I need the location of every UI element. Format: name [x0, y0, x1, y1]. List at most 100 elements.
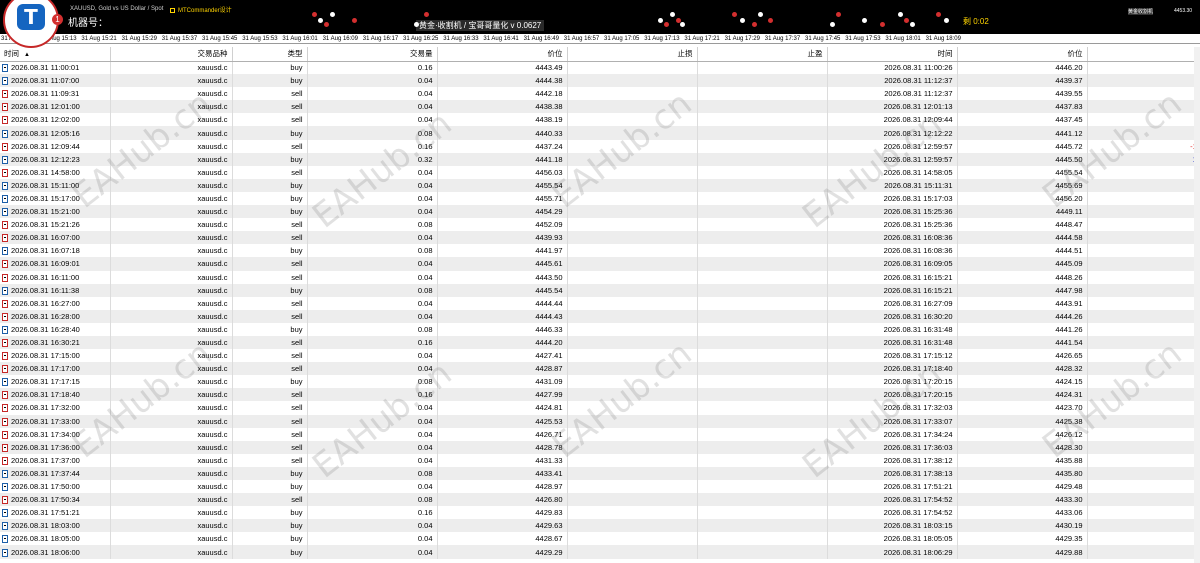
table-row[interactable]: 2026.08.31 17:32:00 xauusd.c sell 0.04 4424.…: [0, 401, 1200, 415]
cell-close-time: 2026.08.31 16:27:09: [827, 296, 958, 310]
table-row[interactable]: 2026.08.31 17:17:15 xauusd.c buy 0.08 4431.0…: [0, 375, 1200, 389]
table-row[interactable]: 2026.08.31 17:37:00 xauusd.c sell 0.04 4431.…: [0, 453, 1200, 467]
cell-close-price: 4439.55: [957, 87, 1088, 101]
cell-close-price: 4456.20: [957, 191, 1088, 206]
table-row[interactable]: 2026.08.31 17:34:00 xauusd.c sell 0.04 4426.…: [0, 427, 1200, 441]
col-open-price[interactable]: 价位: [437, 47, 568, 62]
cell-close-time: 2026.08.31 16:15:21: [827, 270, 958, 284]
table-row[interactable]: 2026.08.31 17:18:40 xauusd.c sell 0.16 4427.…: [0, 388, 1200, 402]
cell-close-price: 4435.88: [957, 453, 1088, 467]
table-row[interactable]: 2026.08.31 16:11:00 xauusd.c sell 0.04 4443.…: [0, 270, 1200, 284]
cell-volume: 0.04: [307, 440, 438, 454]
cell-volume: 0.16: [307, 388, 438, 402]
cell-tp: [697, 309, 828, 323]
cell-profit: 1.96: [1087, 191, 1200, 206]
cell-symbol: xauusd.c: [110, 519, 233, 533]
cell-close-time: 2026.08.31 17:38:12: [827, 453, 958, 467]
table-row[interactable]: 2026.08.31 17:51:21 xauusd.c buy 0.16 4429.8…: [0, 506, 1200, 520]
cell-open-price: 4444.43: [437, 309, 568, 323]
deal-icon: [2, 116, 8, 125]
table-row[interactable]: 2026.08.31 16:30:21 xauusd.c sell 0.16 4444.…: [0, 335, 1200, 350]
time-tick: 31 Aug 17:37: [764, 36, 801, 42]
table-row[interactable]: 2026.08.31 15:21:26 xauusd.c sell 0.08 4452.…: [0, 218, 1200, 232]
table-row[interactable]: 2026.08.31 17:15:00 xauusd.c sell 0.04 4427.…: [0, 349, 1200, 363]
deal-icon: [2, 339, 8, 348]
table-row[interactable]: 2026.08.31 16:09:01 xauusd.c sell 0.04 4445.…: [0, 257, 1200, 271]
col-open-time[interactable]: 时间 ▲: [0, 47, 111, 62]
table-row[interactable]: 2026.08.31 15:21:00 xauusd.c buy 0.04 4454.2…: [0, 205, 1200, 219]
open-time-text: 2026.08.31 12:01:00: [11, 102, 80, 112]
col-close-price[interactable]: 价位: [957, 47, 1088, 62]
table-row[interactable]: 2026.08.31 17:37:44 xauusd.c buy 0.08 4433.4…: [0, 466, 1200, 480]
table-row[interactable]: 2026.08.31 16:11:38 xauusd.c buy 0.08 4445.5…: [0, 283, 1200, 297]
table-row[interactable]: 2026.08.31 17:50:00 xauusd.c buy 0.04 4428.9…: [0, 480, 1200, 494]
cell-tp: [697, 335, 828, 350]
table-row[interactable]: 2026.08.31 11:00:01 xauusd.c buy 0.16 4443.4…: [0, 61, 1200, 75]
table-row[interactable]: 2026.08.31 15:11:00 xauusd.c buy 0.04 4455.5…: [0, 178, 1200, 192]
col-symbol[interactable]: 交易品种: [110, 47, 233, 62]
col-close-time[interactable]: 时间: [827, 47, 958, 62]
cell-profit: 2.72: [1087, 532, 1200, 546]
table-row[interactable]: 2026.08.31 11:07:00 xauusd.c buy 0.04 4444.3…: [0, 74, 1200, 88]
table-row[interactable]: 2026.08.31 12:05:16 xauusd.c buy 0.08 4440.3…: [0, 126, 1200, 140]
table-row[interactable]: 2026.08.31 15:17:00 xauusd.c buy 0.04 4455.7…: [0, 191, 1200, 206]
cell-close-time: 2026.08.31 17:33:07: [827, 414, 958, 428]
deal-icon: [2, 247, 8, 256]
expert-advisor-name[interactable]: MTCommander设计: [170, 5, 232, 14]
table-row[interactable]: 2026.08.31 18:05:00 xauusd.c buy 0.04 4428.6…: [0, 532, 1200, 546]
table-row[interactable]: 2026.08.31 14:58:00 xauusd.c sell 0.04 4456.…: [0, 165, 1200, 179]
cell-open-time: 2026.08.31 17:18:40: [0, 388, 111, 402]
price-chart[interactable]: XAUUSD, Gold vs US Dollar / Spot MTComma…: [0, 0, 1200, 34]
vertical-scrollbar[interactable]: [1194, 47, 1200, 563]
cell-type: buy: [232, 532, 308, 546]
col-take-profit[interactable]: 止盈: [697, 47, 828, 62]
cell-type: buy: [232, 506, 308, 520]
cell-symbol: xauusd.c: [110, 388, 233, 402]
table-row[interactable]: 2026.08.31 11:09:31 xauusd.c sell 0.04 4442.…: [0, 87, 1200, 101]
col-profit[interactable]: 盈利: [1087, 47, 1200, 62]
cell-tp: [697, 152, 828, 166]
cell-volume: 0.08: [307, 218, 438, 232]
table-row[interactable]: 2026.08.31 16:28:40 xauusd.c buy 0.08 4446.3…: [0, 322, 1200, 336]
cell-close-time: 2026.08.31 14:58:05: [827, 165, 958, 179]
col-type[interactable]: 类型: [232, 47, 308, 62]
table-row[interactable]: 2026.08.31 16:27:00 xauusd.c sell 0.04 4444.…: [0, 296, 1200, 310]
cell-type: buy: [232, 126, 308, 140]
cell-close-price: 4425.38: [957, 414, 1088, 428]
table-row[interactable]: 2026.08.31 17:50:34 xauusd.c sell 0.08 4426.…: [0, 493, 1200, 507]
cell-tp: [697, 362, 828, 376]
col-stop-loss[interactable]: 止损: [567, 47, 698, 62]
table-row[interactable]: 2026.08.31 16:28:00 xauusd.c sell 0.04 4444.…: [0, 309, 1200, 323]
cell-type: sell: [232, 87, 308, 101]
cell-volume: 0.04: [307, 519, 438, 533]
cell-close-price: 4428.32: [957, 362, 1088, 376]
table-row[interactable]: 2026.08.31 17:33:00 xauusd.c sell 0.04 4425.…: [0, 414, 1200, 428]
cell-type: sell: [232, 362, 308, 376]
right-label: 黄金收割机: [1128, 8, 1154, 15]
open-time-text: 2026.08.31 11:07:00: [11, 76, 80, 86]
table-row[interactable]: 2026.08.31 18:06:00 xauusd.c buy 0.04 4429.2…: [0, 545, 1200, 559]
cell-symbol: xauusd.c: [110, 545, 233, 559]
cell-profit: 58.88: [1087, 388, 1200, 402]
cell-profit: 19.52: [1087, 283, 1200, 297]
table-row[interactable]: 2026.08.31 16:07:18 xauusd.c buy 0.08 4441.9…: [0, 244, 1200, 258]
table-row[interactable]: 2026.08.31 18:03:00 xauusd.c buy 0.04 4429.6…: [0, 519, 1200, 533]
table-row[interactable]: 2026.08.31 16:07:00 xauusd.c sell 0.04 4439.…: [0, 231, 1200, 245]
col-volume[interactable]: 交易量: [307, 47, 438, 62]
table-row[interactable]: 2026.08.31 12:09:44 xauusd.c sell 0.16 4437.…: [0, 139, 1200, 153]
cell-volume: 0.04: [307, 532, 438, 546]
table-row[interactable]: 2026.08.31 17:36:00 xauusd.c sell 0.04 4428.…: [0, 440, 1200, 454]
history-table-container[interactable]: 时间 ▲ 交易品种 类型 交易量 价位 止损 止盈 时间 价位 盈利 2026.0…: [0, 47, 1200, 563]
cell-open-price: 4446.33: [437, 322, 568, 336]
table-row[interactable]: 2026.08.31 17:17:00 xauusd.c sell 0.04 4428.…: [0, 362, 1200, 376]
open-time-text: 2026.08.31 15:21:00: [11, 207, 80, 217]
table-row[interactable]: 2026.08.31 12:02:00 xauusd.c sell 0.04 4438.…: [0, 113, 1200, 127]
cell-open-time: 2026.08.31 11:00:01: [0, 61, 111, 75]
deal-icon: [2, 417, 8, 426]
table-row[interactable]: 2026.08.31 12:12:23 xauusd.c buy 0.32 4441.1…: [0, 152, 1200, 166]
cell-type: sell: [232, 270, 308, 284]
cell-open-price: 4455.71: [437, 191, 568, 206]
cell-close-price: 4455.54: [957, 165, 1088, 179]
cell-volume: 0.04: [307, 427, 438, 441]
table-row[interactable]: 2026.08.31 12:01:00 xauusd.c sell 0.04 4438.…: [0, 100, 1200, 114]
